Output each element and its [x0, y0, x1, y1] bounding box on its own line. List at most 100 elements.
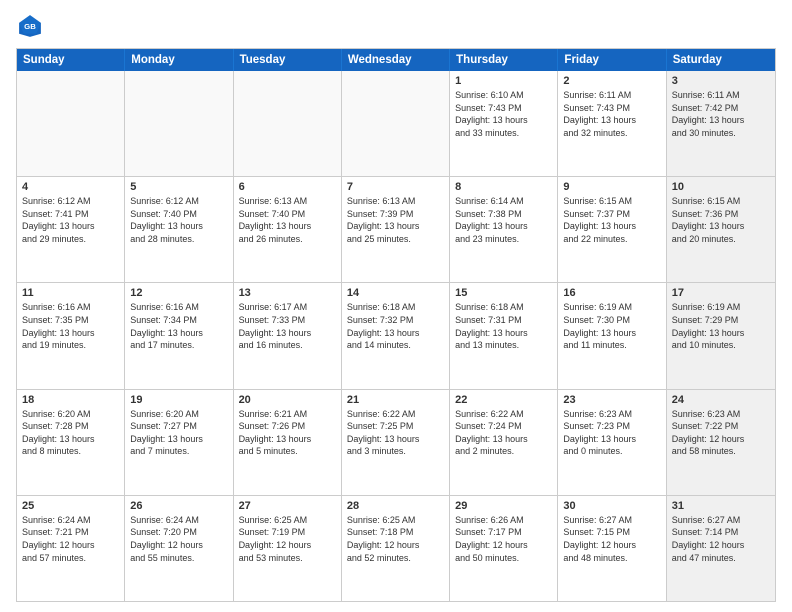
day-number: 24: [672, 394, 770, 406]
calendar-cell: 15Sunrise: 6:18 AM Sunset: 7:31 PM Dayli…: [450, 283, 558, 388]
calendar-header-cell: Friday: [558, 49, 666, 71]
day-info: Sunrise: 6:22 AM Sunset: 7:25 PM Dayligh…: [347, 408, 444, 458]
day-info: Sunrise: 6:27 AM Sunset: 7:14 PM Dayligh…: [672, 514, 770, 564]
calendar-cell: 17 Sunrise: 6:19 AM Sunset: 7:29 PM Dayli…: [667, 283, 775, 388]
day-info: Sunrise: 6:13 AM Sunset: 7:39 PM Dayligh…: [347, 195, 444, 245]
calendar-cell: 25 Sunrise: 6:24 AM Sunset: 7:21 PM Dayli…: [17, 496, 125, 601]
day-info: Sunrise: 6:23 AM Sunset: 7:22 PM Dayligh…: [672, 408, 770, 458]
calendar-cell: 5 Sunrise: 6:12 AM Sunset: 7:40 PM Daylig…: [125, 177, 233, 282]
day-number: 13: [239, 287, 336, 299]
day-number: 19: [130, 394, 227, 406]
calendar-cell: 18 Sunrise: 6:20 AM Sunset: 7:28 PM Dayli…: [17, 390, 125, 495]
day-number: 5: [130, 181, 227, 193]
calendar-cell: 23Sunrise: 6:23 AM Sunset: 7:23 PM Dayli…: [558, 390, 666, 495]
day-info: Sunrise: 6:24 AM Sunset: 7:21 PM Dayligh…: [22, 514, 119, 564]
day-info: Sunrise: 6:18 AM Sunset: 7:32 PM Dayligh…: [347, 301, 444, 351]
day-number: 2: [563, 75, 660, 87]
calendar-week-row: 18 Sunrise: 6:20 AM Sunset: 7:28 PM Dayli…: [17, 390, 775, 496]
calendar-cell: 20Sunrise: 6:21 AM Sunset: 7:26 PM Dayli…: [234, 390, 342, 495]
day-number: 1: [455, 75, 552, 87]
calendar-cell: 13Sunrise: 6:17 AM Sunset: 7:33 PM Dayli…: [234, 283, 342, 388]
logo-icon: GB: [16, 12, 44, 40]
calendar-cell: 14 Sunrise: 6:18 AM Sunset: 7:32 PM Dayli…: [342, 283, 450, 388]
day-number: 18: [22, 394, 119, 406]
calendar-cell: 11 Sunrise: 6:16 AM Sunset: 7:35 PM Dayli…: [17, 283, 125, 388]
day-info: Sunrise: 6:15 AM Sunset: 7:37 PM Dayligh…: [563, 195, 660, 245]
day-info: Sunrise: 6:24 AM Sunset: 7:20 PM Dayligh…: [130, 514, 227, 564]
day-number: 25: [22, 500, 119, 512]
calendar-cell: 10 Sunrise: 6:15 AM Sunset: 7:36 PM Dayli…: [667, 177, 775, 282]
calendar-cell: 4Sunrise: 6:12 AM Sunset: 7:41 PM Daylig…: [17, 177, 125, 282]
day-info: Sunrise: 6:15 AM Sunset: 7:36 PM Dayligh…: [672, 195, 770, 245]
day-info: Sunrise: 6:12 AM Sunset: 7:40 PM Dayligh…: [130, 195, 227, 245]
calendar-header-cell: Sunday: [17, 49, 125, 71]
day-info: Sunrise: 6:26 AM Sunset: 7:17 PM Dayligh…: [455, 514, 552, 564]
day-number: 26: [130, 500, 227, 512]
day-number: 20: [239, 394, 336, 406]
calendar-week-row: 25 Sunrise: 6:24 AM Sunset: 7:21 PM Dayli…: [17, 496, 775, 601]
day-number: 31: [672, 500, 770, 512]
calendar-cell: 31 Sunrise: 6:27 AM Sunset: 7:14 PM Dayli…: [667, 496, 775, 601]
calendar-cell: 28 Sunrise: 6:25 AM Sunset: 7:18 PM Dayli…: [342, 496, 450, 601]
day-number: 27: [239, 500, 336, 512]
calendar-week-row: 11 Sunrise: 6:16 AM Sunset: 7:35 PM Dayli…: [17, 283, 775, 389]
calendar-cell: 3Sunrise: 6:11 AM Sunset: 7:42 PM Daylig…: [667, 71, 775, 176]
day-info: Sunrise: 6:16 AM Sunset: 7:34 PM Dayligh…: [130, 301, 227, 351]
svg-text:GB: GB: [24, 22, 36, 31]
day-number: 21: [347, 394, 444, 406]
calendar-cell: 9 Sunrise: 6:15 AM Sunset: 7:37 PM Daylig…: [558, 177, 666, 282]
day-info: Sunrise: 6:19 AM Sunset: 7:30 PM Dayligh…: [563, 301, 660, 351]
day-number: 9: [563, 181, 660, 193]
calendar-week-row: 4Sunrise: 6:12 AM Sunset: 7:41 PM Daylig…: [17, 177, 775, 283]
day-number: 4: [22, 181, 119, 193]
calendar-header-cell: Tuesday: [234, 49, 342, 71]
calendar-header-cell: Saturday: [667, 49, 775, 71]
calendar-header-cell: Thursday: [450, 49, 558, 71]
calendar-cell: [125, 71, 233, 176]
day-number: 29: [455, 500, 552, 512]
day-number: 10: [672, 181, 770, 193]
day-number: 14: [347, 287, 444, 299]
day-info: Sunrise: 6:11 AM Sunset: 7:43 PM Dayligh…: [563, 89, 660, 139]
calendar-header-cell: Wednesday: [342, 49, 450, 71]
calendar-cell: 29 Sunrise: 6:26 AM Sunset: 7:17 PM Dayli…: [450, 496, 558, 601]
day-info: Sunrise: 6:25 AM Sunset: 7:19 PM Dayligh…: [239, 514, 336, 564]
calendar-cell: 30 Sunrise: 6:27 AM Sunset: 7:15 PM Dayli…: [558, 496, 666, 601]
calendar-cell: 6Sunrise: 6:13 AM Sunset: 7:40 PM Daylig…: [234, 177, 342, 282]
day-info: Sunrise: 6:23 AM Sunset: 7:23 PM Dayligh…: [563, 408, 660, 458]
day-number: 7: [347, 181, 444, 193]
day-number: 17: [672, 287, 770, 299]
day-info: Sunrise: 6:14 AM Sunset: 7:38 PM Dayligh…: [455, 195, 552, 245]
calendar-cell: 1 Sunrise: 6:10 AM Sunset: 7:43 PM Daylig…: [450, 71, 558, 176]
calendar-cell: 22Sunrise: 6:22 AM Sunset: 7:24 PM Dayli…: [450, 390, 558, 495]
day-number: 12: [130, 287, 227, 299]
header: GB: [16, 12, 776, 40]
calendar-cell: 16 Sunrise: 6:19 AM Sunset: 7:30 PM Dayli…: [558, 283, 666, 388]
day-info: Sunrise: 6:27 AM Sunset: 7:15 PM Dayligh…: [563, 514, 660, 564]
day-info: Sunrise: 6:19 AM Sunset: 7:29 PM Dayligh…: [672, 301, 770, 351]
day-info: Sunrise: 6:18 AM Sunset: 7:31 PM Dayligh…: [455, 301, 552, 351]
day-number: 3: [672, 75, 770, 87]
logo: GB: [16, 12, 48, 40]
day-info: Sunrise: 6:20 AM Sunset: 7:28 PM Dayligh…: [22, 408, 119, 458]
day-info: Sunrise: 6:20 AM Sunset: 7:27 PM Dayligh…: [130, 408, 227, 458]
calendar-cell: 12 Sunrise: 6:16 AM Sunset: 7:34 PM Dayli…: [125, 283, 233, 388]
day-number: 6: [239, 181, 336, 193]
calendar-cell: 21 Sunrise: 6:22 AM Sunset: 7:25 PM Dayli…: [342, 390, 450, 495]
calendar: SundayMondayTuesdayWednesdayThursdayFrid…: [16, 48, 776, 602]
day-number: 30: [563, 500, 660, 512]
day-number: 16: [563, 287, 660, 299]
day-number: 11: [22, 287, 119, 299]
day-info: Sunrise: 6:25 AM Sunset: 7:18 PM Dayligh…: [347, 514, 444, 564]
calendar-cell: 19 Sunrise: 6:20 AM Sunset: 7:27 PM Dayli…: [125, 390, 233, 495]
calendar-cell: 26 Sunrise: 6:24 AM Sunset: 7:20 PM Dayli…: [125, 496, 233, 601]
calendar-header-row: SundayMondayTuesdayWednesdayThursdayFrid…: [17, 49, 775, 71]
calendar-header-cell: Monday: [125, 49, 233, 71]
day-info: Sunrise: 6:16 AM Sunset: 7:35 PM Dayligh…: [22, 301, 119, 351]
day-number: 22: [455, 394, 552, 406]
calendar-cell: [342, 71, 450, 176]
calendar-cell: 2 Sunrise: 6:11 AM Sunset: 7:43 PM Daylig…: [558, 71, 666, 176]
day-number: 28: [347, 500, 444, 512]
day-info: Sunrise: 6:10 AM Sunset: 7:43 PM Dayligh…: [455, 89, 552, 139]
calendar-cell: [17, 71, 125, 176]
